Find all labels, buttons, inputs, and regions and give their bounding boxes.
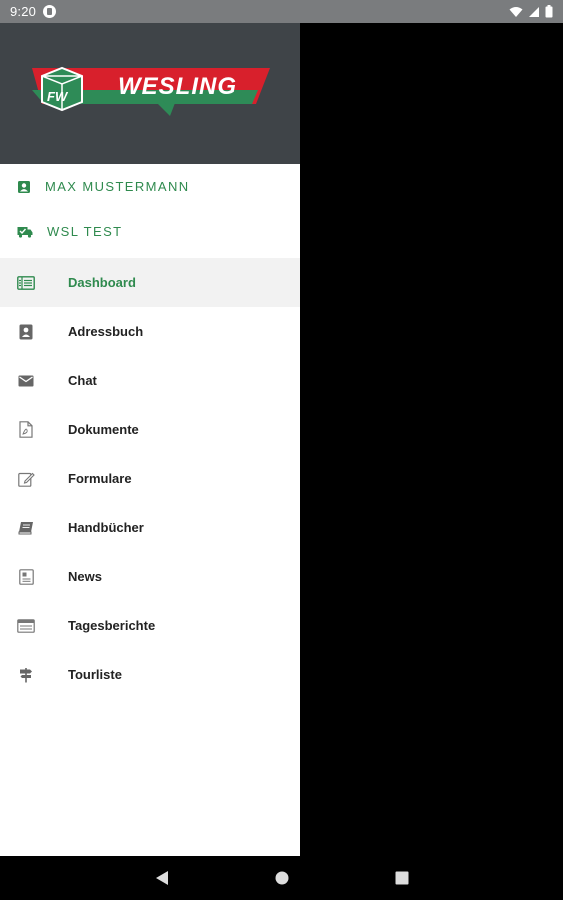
- menu-item-chat[interactable]: Chat: [0, 356, 300, 405]
- menu-item-label: Tagesberichte: [68, 618, 156, 633]
- menu-item-label: Handbücher: [68, 520, 144, 535]
- wifi-icon: [509, 6, 523, 17]
- logo-badge-text: FW: [47, 89, 69, 104]
- menu-item-label: Dashboard: [68, 275, 136, 290]
- system-nav-bar: [0, 856, 563, 900]
- pdf-file-icon: [17, 421, 35, 439]
- book-icon: [17, 519, 35, 537]
- home-icon[interactable]: [272, 868, 292, 888]
- menu-item-dashboard[interactable]: Dashboard: [0, 258, 300, 307]
- signpost-icon: [17, 666, 35, 684]
- menu-item-label: Chat: [68, 373, 97, 388]
- menu-item-adressbuch[interactable]: Adressbuch: [0, 307, 300, 356]
- status-time: 9:20: [10, 4, 37, 19]
- edit-form-icon: [17, 470, 35, 488]
- drawer-scrim[interactable]: [300, 23, 563, 856]
- app-notification-icon: [43, 5, 57, 18]
- addressbook-icon: [17, 323, 35, 341]
- battery-icon: [545, 5, 553, 18]
- menu-item-news[interactable]: News: [0, 552, 300, 601]
- user-badge-icon: [18, 180, 30, 193]
- signal-icon: [529, 6, 539, 17]
- mail-icon: [17, 372, 35, 390]
- menu-item-handbuecher[interactable]: Handbücher: [0, 503, 300, 552]
- menu-item-label: Tourliste: [68, 667, 122, 682]
- menu-item-dokumente[interactable]: Dokumente: [0, 405, 300, 454]
- newspaper-icon: [17, 568, 35, 586]
- menu-item-label: Adressbuch: [68, 324, 144, 339]
- daily-report-icon: [17, 617, 35, 635]
- menu-item-label: Dokumente: [68, 422, 139, 437]
- menu-item-tourliste[interactable]: Tourliste: [0, 650, 300, 699]
- wesling-logo: FW WESLING: [32, 66, 270, 116]
- menu-item-label: Formulare: [68, 471, 132, 486]
- account-vehicle[interactable]: WSL TEST: [0, 209, 300, 254]
- account-user[interactable]: MAX MUSTERMANN: [0, 164, 300, 209]
- navigation-drawer: FW WESLING MAX MUSTERMANN WSL TEST Dashb…: [0, 23, 300, 856]
- logo-wordmark: WESLING: [118, 73, 237, 100]
- account-vehicle-label: WSL TEST: [47, 224, 123, 239]
- status-bar: 9:20: [0, 0, 563, 23]
- dashboard-icon: [17, 274, 35, 292]
- account-user-label: MAX MUSTERMANN: [45, 179, 190, 194]
- menu-item-formulare[interactable]: Formulare: [0, 454, 300, 503]
- menu-item-tagesberichte[interactable]: Tagesberichte: [0, 601, 300, 650]
- recents-icon[interactable]: [392, 868, 412, 888]
- status-icons: [509, 5, 553, 18]
- drawer-header: FW WESLING: [0, 23, 300, 164]
- menu-item-label: News: [68, 569, 102, 584]
- back-icon[interactable]: [152, 868, 172, 888]
- drawer-menu: Dashboard Adressbuch Chat Dokumente Form…: [0, 258, 300, 699]
- truck-check-icon: [17, 226, 33, 238]
